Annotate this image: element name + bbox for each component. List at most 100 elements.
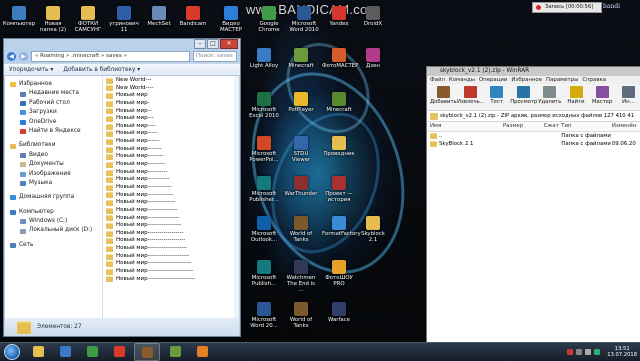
start-button[interactable] [4, 344, 20, 360]
desktop-icon[interactable]: Проект — история [322, 176, 356, 203]
nav-item[interactable]: Видео [5, 151, 102, 160]
folder-row[interactable]: Новый мир-------------- [106, 199, 239, 207]
folder-row[interactable]: Новый мир------------ [106, 184, 239, 192]
desktop-icon[interactable]: Microsoft Outlook... [247, 216, 281, 243]
nav-item[interactable]: Изображения [5, 170, 102, 179]
nav-item[interactable]: OneDrive [5, 118, 102, 127]
tray-network-icon[interactable] [576, 349, 583, 355]
nav-item[interactable]: Сеть [5, 241, 102, 250]
desktop-icon[interactable]: Microsoft Publisher... [247, 176, 281, 203]
archive-row[interactable]: SkyBlock 2.1 Папка с файлами 09.06.20 [427, 140, 640, 148]
desktop-icon[interactable]: Microsoft Excel 2010 [247, 92, 281, 119]
desktop-icon[interactable]: Bandicam [176, 6, 210, 27]
winrar-titlebar[interactable]: skyblock_v2.1 (2).zip - WinRAR [427, 67, 640, 76]
nav-item[interactable]: Библиотеки [5, 141, 102, 150]
back-icon[interactable]: ◀ [7, 52, 16, 61]
folder-row[interactable]: Новый мир---------------------- [106, 260, 239, 268]
nav-item[interactable]: Локальный диск (D:) [5, 226, 102, 235]
taskbar-bandicam-button[interactable] [107, 343, 131, 359]
taskbar-chrome-button[interactable] [80, 343, 104, 359]
desktop-icon[interactable]: Microsoft Word 2010 [287, 6, 321, 33]
col-packed-header[interactable]: Сжат [544, 122, 562, 131]
folder-row[interactable]: Новый мир- [106, 100, 239, 108]
desktop-icon[interactable]: Minecraft [322, 92, 356, 113]
vertical-scrollbar[interactable] [234, 76, 239, 318]
desktop-icon[interactable]: DroidX [356, 6, 390, 27]
desktop-icon[interactable]: Microsoft Publish... [247, 260, 281, 287]
forward-icon[interactable]: ▶ [19, 52, 28, 61]
tray-bandicam-icon[interactable] [567, 349, 574, 355]
taskbar-media-player-button[interactable] [53, 343, 77, 359]
menu-item[interactable]: Операции [479, 76, 508, 84]
nav-item[interactable]: Windows (C:) [5, 217, 102, 226]
tray-volume-icon[interactable] [585, 349, 592, 355]
tray-language-icon[interactable] [594, 349, 601, 355]
desktop-icon[interactable]: World of Tanks [284, 216, 318, 243]
col-type-header[interactable]: Тип [561, 122, 612, 131]
toolbar-button[interactable]: Мастер [590, 86, 615, 110]
folder-row[interactable]: Новый мир----------------- [106, 222, 239, 230]
desktop-icon[interactable]: Warface [322, 302, 356, 323]
folder-row[interactable]: Новый мир-------------------- [106, 245, 239, 253]
desktop-icon[interactable]: ФотоШОУ PRO [322, 260, 356, 287]
taskbar-vlc-button[interactable] [190, 343, 214, 359]
folder-row[interactable]: New World--- [106, 77, 239, 85]
folder-row[interactable]: Новый мир-------- [106, 153, 239, 161]
nav-item[interactable]: Загрузки [5, 108, 102, 117]
organize-button[interactable]: Упорядочить ▾ [9, 67, 53, 73]
address-input[interactable]: « Roaming » .minecraft » saves » [31, 51, 190, 62]
nav-item[interactable]: Музыка [5, 179, 102, 188]
desktop-icon[interactable]: Skyblock 2.1 [356, 216, 390, 243]
minimize-button[interactable]: – [194, 39, 206, 49]
nav-item[interactable]: Недавние места [5, 89, 102, 98]
folder-row[interactable]: Новый мир----------- [106, 176, 239, 184]
desktop-icon[interactable]: Компьютер [2, 6, 36, 27]
nav-item[interactable]: Компьютер [5, 208, 102, 217]
desktop-icon[interactable]: Light Alloy [247, 48, 281, 69]
desktop-icon[interactable]: ФотоМАСТЕР [322, 48, 358, 69]
folder-row[interactable]: Новый мир------------------------ [106, 276, 239, 284]
desktop-icon[interactable]: WarThunder [284, 176, 318, 197]
folder-row[interactable]: Новый мир------------------- [106, 237, 239, 245]
folder-row[interactable]: Новый мир--- [106, 115, 239, 123]
menu-item[interactable]: Параметры [546, 76, 578, 84]
nav-item[interactable]: Найти в Яндексе [5, 127, 102, 136]
toolbar-button[interactable]: Извлечь... [457, 86, 485, 110]
toolbar-button[interactable]: Просмотр [510, 86, 537, 110]
recording-indicator[interactable]: Запись [00:00:56] [532, 2, 602, 13]
taskbar-minecraft-button[interactable] [163, 343, 187, 359]
toolbar-button[interactable]: Найти [563, 86, 588, 110]
desktop-icon[interactable]: FormatFactory [322, 216, 361, 237]
desktop-icon[interactable]: угринович 11 [107, 6, 141, 33]
folder-row[interactable]: Новый мир [106, 92, 239, 100]
col-modified-header[interactable]: Изменён [612, 122, 640, 131]
toolbar-button[interactable]: Добавить [430, 86, 457, 110]
explorer-window[interactable]: – □ ✕ ◀ ▶ « Roaming » .minecraft » saves… [3, 38, 241, 337]
folder-row[interactable]: Новый мир--------- [106, 161, 239, 169]
desktop-icon[interactable]: PotPlayer [284, 92, 318, 113]
desktop-icon[interactable]: ФОТКИ САМСУНГ [71, 6, 105, 33]
nav-item[interactable]: Рабочий стол [5, 99, 102, 108]
archive-row[interactable]: .. Папка с файлами [427, 132, 640, 140]
desktop-icon[interactable]: STDU Viewer [284, 136, 318, 163]
desktop-icon[interactable]: Видео МАСТЕР [214, 6, 248, 33]
search-input[interactable]: Поиск: saves [193, 51, 237, 62]
nav-item[interactable]: Документы [5, 160, 102, 169]
desktop-icon[interactable]: Google Chrome [252, 6, 286, 33]
taskbar-explorer-button[interactable] [26, 343, 50, 359]
desktop-icon[interactable]: Watchmen The End is ... [284, 260, 318, 294]
explorer-titlebar[interactable]: – □ ✕ [4, 39, 240, 50]
col-size-header[interactable]: Размер [503, 122, 544, 131]
desktop-icon[interactable]: Microsoft Word 20... [247, 302, 281, 329]
folder-row[interactable]: Новый мир----------------------- [106, 268, 239, 276]
up-folder-icon[interactable] [430, 112, 438, 120]
taskbar-winrar-button[interactable] [134, 343, 160, 361]
menu-item[interactable]: Файл [430, 76, 445, 84]
winrar-window[interactable]: skyblock_v2.1 (2).zip - WinRAR Файл Коман… [426, 66, 640, 344]
toolbar-button[interactable]: Ин... [616, 86, 640, 110]
desktop-icon[interactable]: World of Tanks [284, 302, 318, 329]
toolbar-button[interactable]: Тест [484, 86, 509, 110]
col-name-header[interactable]: Имя [427, 122, 503, 131]
maximize-button[interactable]: □ [207, 39, 219, 49]
desktop-icon[interactable]: Microsoft PowerPoi... [247, 136, 281, 163]
